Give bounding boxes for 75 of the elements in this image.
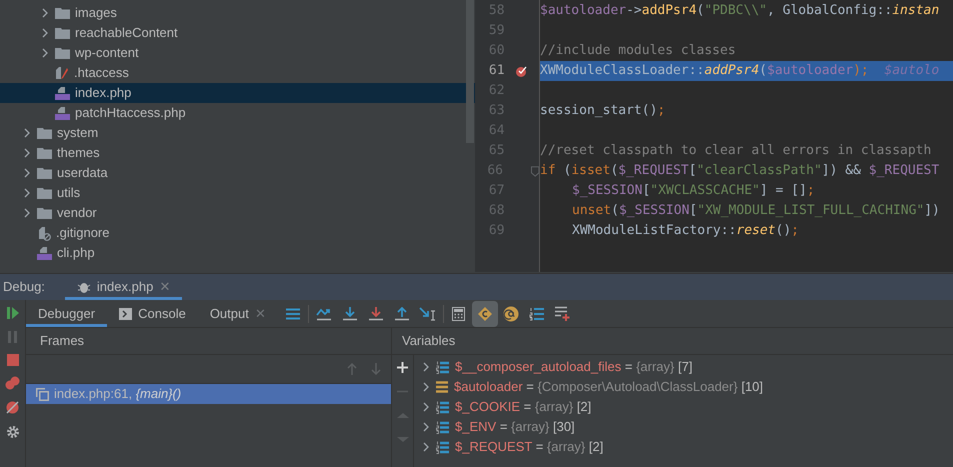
tree-item[interactable]: vendor (0, 203, 475, 223)
code-line: //reset classpath to clear all errors in classapth (540, 142, 932, 160)
variable-entry[interactable]: $autoloader = {Composer\Autoload\ClassLoader} [10] (454, 377, 764, 397)
debugger-tab[interactable]: Console (107, 300, 198, 327)
code-line: session_start(); (540, 102, 666, 120)
mute-breakpoints-icon[interactable] (5, 400, 20, 415)
folder-icon (37, 207, 52, 219)
at-sign-icon[interactable] (502, 306, 519, 322)
debugger-tab[interactable]: Output ✕ (198, 300, 278, 327)
step-out-icon[interactable] (394, 306, 410, 320)
php-file-icon (55, 86, 70, 100)
variable-entry[interactable]: $__composer_autoload_files = {array} [7] (455, 357, 692, 377)
variable-entry[interactable]: $_COOKIE = {array} [2] (455, 397, 592, 417)
fold-icon[interactable] (530, 166, 539, 176)
add-list-icon[interactable] (554, 306, 572, 321)
calculator-icon[interactable] (452, 306, 466, 320)
array-icon (436, 440, 449, 454)
variables-title: Variables (402, 332, 456, 350)
code-line: if (isset($_REQUEST["clearClassPath"]) && $_REQUEST (540, 162, 940, 180)
resume-icon[interactable] (6, 306, 20, 320)
object-icon (436, 381, 448, 393)
tree-item[interactable]: images (0, 3, 475, 23)
debug-label: Debug: (3, 278, 45, 296)
frames-title: Frames (40, 332, 84, 350)
folder-icon (37, 147, 52, 159)
scrollbar-thumb[interactable] (466, 0, 474, 143)
settings-icon[interactable] (6, 425, 20, 439)
frame-icon (36, 388, 49, 400)
feather-file-icon (55, 66, 69, 80)
code-line: $autoloader->addPsr4("PDBC\\", GlobalConfig::instan (540, 2, 940, 20)
tree-item[interactable]: cli.php (0, 243, 475, 263)
force-step-into-icon[interactable] (368, 306, 384, 320)
tree-item[interactable]: wp-content (0, 43, 475, 63)
folder-icon (55, 27, 70, 39)
stop-icon[interactable] (6, 354, 18, 366)
folder-icon (55, 7, 70, 19)
array-icon (436, 400, 449, 414)
folder-icon (37, 187, 52, 199)
debugger-tab[interactable]: Debugger (26, 300, 108, 327)
folder-icon (55, 47, 70, 59)
run-to-cursor-icon[interactable] (418, 306, 437, 320)
tree-item[interactable]: userdata (0, 163, 475, 183)
tree-item[interactable]: utils (0, 183, 475, 203)
plus-icon[interactable] (397, 362, 408, 373)
breakpoints-icon[interactable] (4, 376, 20, 390)
code-line: unset($_SESSION["XW_MODULE_LIST_FULL_CACHING"]) (571, 202, 941, 220)
step-into-icon[interactable] (342, 306, 358, 320)
menu-icon[interactable] (286, 308, 300, 320)
terminal-icon (119, 308, 132, 320)
variable-entry[interactable]: $_REQUEST = {array} [2] (455, 437, 604, 457)
bug-icon (76, 280, 91, 294)
ignored-file-icon (37, 226, 51, 240)
frame-row[interactable]: index.php:61, {main}() (26, 384, 391, 404)
folder-icon (37, 127, 52, 139)
tree-item[interactable]: .gitignore (0, 223, 475, 243)
numbered-list-icon[interactable] (528, 306, 545, 320)
tree-item[interactable]: index.php (0, 83, 475, 103)
constant-icon[interactable] (476, 306, 493, 322)
array-icon (436, 420, 449, 434)
step-over-icon[interactable] (316, 306, 332, 320)
code-line: XWModuleListFactory::reset(); (571, 222, 800, 240)
breakpoint-icon[interactable] (515, 65, 528, 77)
tree-item[interactable]: patchHtaccess.php (0, 103, 475, 123)
php-file-icon (37, 246, 52, 260)
folder-icon (37, 167, 52, 179)
array-icon (436, 360, 449, 374)
line-number: 61 (488, 62, 505, 80)
code-line: $_SESSION["XWCLASSCACHE"] = []; (571, 182, 816, 200)
code-line: //include modules classes (540, 42, 737, 60)
variable-entry[interactable]: $_ENV = {array} [30] (455, 417, 575, 437)
tree-item[interactable]: reachableContent (0, 23, 475, 43)
tree-item[interactable]: themes (0, 143, 475, 163)
tree-item[interactable]: .htaccess (0, 63, 475, 83)
tree-item[interactable]: system (0, 123, 475, 143)
php-file-icon (55, 106, 70, 120)
